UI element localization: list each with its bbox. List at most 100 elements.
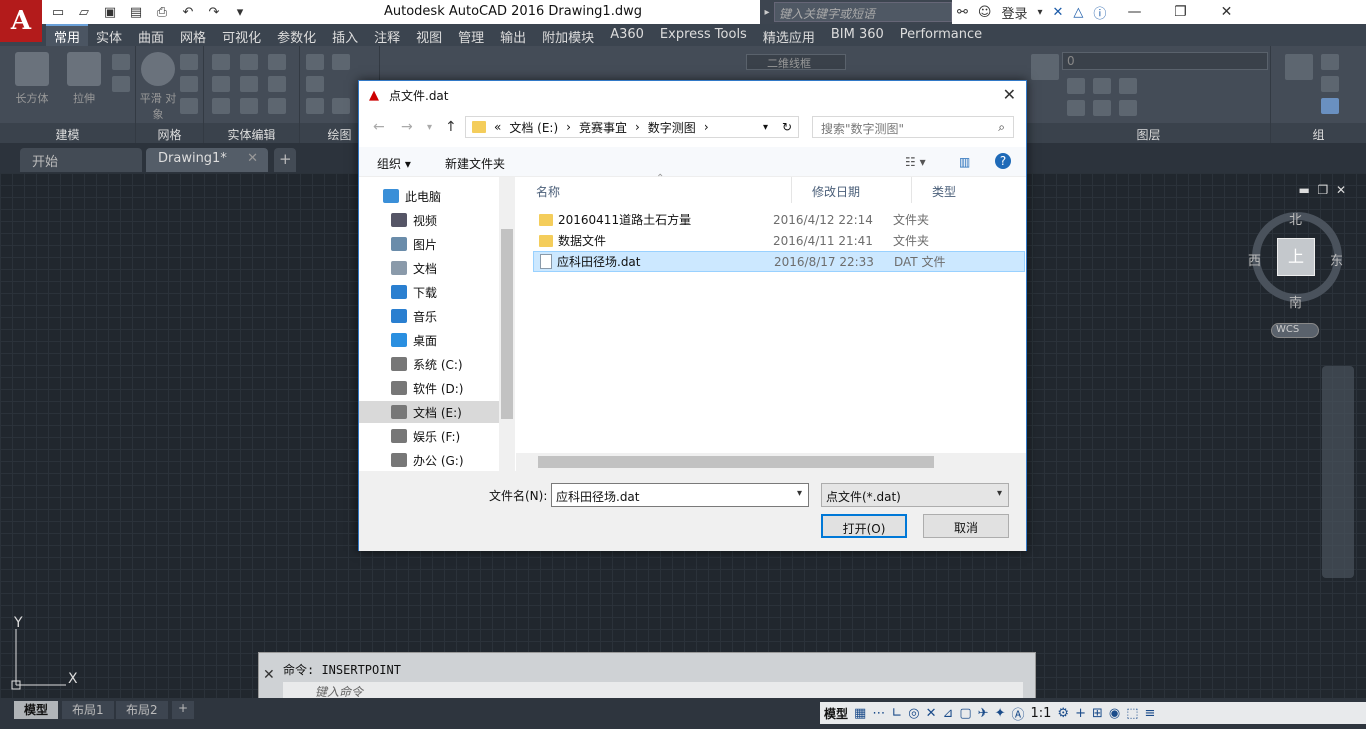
ribbon-tab[interactable]: 曲面 bbox=[130, 24, 172, 46]
group-label[interactable]: 实体编辑 bbox=[204, 123, 299, 143]
help-icon[interactable]: ⓘ bbox=[1088, 3, 1111, 22]
nav-item[interactable]: 下载 bbox=[359, 281, 499, 303]
dialog-search-input[interactable]: 搜索"数字测图" ⌕ bbox=[812, 116, 1014, 138]
breadcrumb-folder[interactable]: 竞赛事宜 bbox=[579, 119, 627, 136]
save-as-icon[interactable]: ▤ bbox=[126, 2, 146, 22]
dialog-close-icon[interactable]: ✕ bbox=[1003, 85, 1016, 104]
app-menu-button[interactable]: A bbox=[0, 0, 42, 42]
ribbon-tab[interactable]: 注释 bbox=[366, 24, 408, 46]
group-tool-icon[interactable] bbox=[1321, 76, 1339, 92]
ribbon-tab[interactable]: 可视化 bbox=[214, 24, 269, 46]
annotation-visibility-icon[interactable]: Ⓐ bbox=[1011, 704, 1024, 723]
ribbon-tab[interactable]: 常用 bbox=[46, 24, 89, 46]
ortho-icon[interactable]: ∟ bbox=[891, 706, 902, 721]
ribbon-tab[interactable]: 精选应用 bbox=[755, 24, 823, 46]
scrollbar-thumb[interactable] bbox=[538, 456, 934, 468]
compass-east[interactable]: 东 bbox=[1330, 250, 1343, 269]
nav-item[interactable]: 软件 (D:) bbox=[359, 377, 499, 399]
restore-icon[interactable]: ❐ bbox=[1157, 4, 1203, 20]
osnap-icon[interactable]: ✕ bbox=[926, 706, 937, 721]
viewcube-top-face[interactable]: 上 bbox=[1277, 238, 1315, 276]
up-icon[interactable]: ↑ bbox=[445, 119, 457, 135]
filetype-select[interactable]: 点文件(*.dat) ▾ bbox=[821, 483, 1009, 507]
ribbon-tab[interactable]: BIM 360 bbox=[823, 24, 892, 46]
mesh-tool-icon[interactable] bbox=[180, 98, 198, 114]
group-label[interactable]: 建模 bbox=[0, 123, 135, 143]
search-expand-icon[interactable]: ▸ bbox=[760, 7, 774, 18]
nav-item[interactable]: 视频 bbox=[359, 209, 499, 231]
ribbon-tab[interactable]: 附加模块 bbox=[534, 24, 602, 46]
preview-pane-icon[interactable]: ▥ bbox=[959, 155, 970, 169]
group-icon[interactable] bbox=[1285, 54, 1313, 80]
recent-dropdown-icon[interactable]: ▾ bbox=[427, 122, 432, 133]
add-layout-icon[interactable]: + bbox=[172, 701, 195, 719]
ribbon-tab[interactable]: 参数化 bbox=[269, 24, 324, 46]
close-window-icon[interactable]: ✕ bbox=[1203, 4, 1249, 20]
wcs-menu[interactable]: WCS bbox=[1271, 323, 1319, 338]
grid-icon[interactable]: ▦ bbox=[854, 706, 866, 721]
navigation-bar[interactable] bbox=[1322, 366, 1354, 578]
compass-south[interactable]: 南 bbox=[1289, 292, 1302, 311]
layer-dropdown[interactable]: 0 bbox=[1062, 52, 1268, 70]
dynucs-icon[interactable]: ▢ bbox=[959, 706, 971, 721]
forward-icon[interactable]: → bbox=[401, 119, 413, 135]
snap-icon[interactable]: ⋯ bbox=[872, 706, 885, 721]
layer-tool-icon[interactable] bbox=[1067, 78, 1085, 94]
customize-icon[interactable]: ≡ bbox=[1145, 706, 1156, 721]
compass-west[interactable]: 西 bbox=[1248, 250, 1261, 269]
ribbon-tab[interactable]: 视图 bbox=[408, 24, 450, 46]
binoculars-icon[interactable]: ⚯ bbox=[952, 5, 973, 20]
tab-drawing1[interactable]: Drawing1* ✕ bbox=[146, 148, 268, 172]
minimize-icon[interactable]: — bbox=[1111, 4, 1157, 20]
arc-icon[interactable] bbox=[332, 54, 350, 70]
address-bar[interactable]: « 文档 (E:) › 竞赛事宜 › 数字测图 › ▾ ↻ bbox=[465, 116, 799, 138]
save-icon[interactable]: ▣ bbox=[100, 2, 120, 22]
ribbon-tab[interactable]: 插入 bbox=[324, 24, 366, 46]
mesh-tool-icon[interactable] bbox=[180, 76, 198, 92]
solid-edit-icon[interactable] bbox=[212, 76, 230, 92]
scale-dropdown[interactable]: 1:1 bbox=[1031, 706, 1052, 721]
organize-button[interactable]: 组织 ▾ bbox=[377, 155, 411, 172]
login-link[interactable]: 登录 bbox=[996, 3, 1032, 22]
solid-edit-icon[interactable] bbox=[240, 54, 258, 70]
layer-properties-icon[interactable] bbox=[1031, 54, 1059, 80]
a360-icon[interactable]: △ bbox=[1068, 5, 1088, 20]
layer-tool-icon[interactable] bbox=[1093, 78, 1111, 94]
close-command-line-icon[interactable]: ✕ bbox=[263, 667, 275, 683]
clean-screen-icon[interactable]: ⬚ bbox=[1126, 706, 1138, 721]
solid-edit-icon[interactable] bbox=[268, 76, 286, 92]
group-selection-icon[interactable] bbox=[1321, 98, 1339, 114]
user-icon[interactable]: ☺ bbox=[973, 5, 997, 20]
polar-icon[interactable]: ◎ bbox=[908, 706, 919, 721]
filename-dropdown-icon[interactable]: ▾ bbox=[797, 488, 802, 499]
group-label[interactable]: 网格 bbox=[136, 123, 203, 143]
group-label[interactable]: 组 bbox=[1271, 123, 1366, 143]
model-space-button[interactable]: 模型 bbox=[824, 705, 848, 722]
new-file-icon[interactable]: ▭ bbox=[48, 2, 68, 22]
ribbon-tab[interactable]: 管理 bbox=[450, 24, 492, 46]
ribbon-tab[interactable]: 网格 bbox=[172, 24, 214, 46]
solid-edit-icon[interactable] bbox=[268, 54, 286, 70]
column-date[interactable]: 修改日期 bbox=[792, 177, 912, 203]
nav-item[interactable]: 系统 (C:) bbox=[359, 353, 499, 375]
ribbon-tab[interactable]: A360 bbox=[602, 24, 652, 46]
column-type[interactable]: 类型 bbox=[912, 177, 1026, 203]
mesh-tool-icon[interactable] bbox=[180, 54, 198, 70]
open-file-icon[interactable]: ▱ bbox=[74, 2, 94, 22]
layer-tool-icon[interactable] bbox=[1119, 100, 1137, 116]
solid-edit-icon[interactable] bbox=[240, 98, 258, 114]
annotation-icon[interactable]: ✈ bbox=[978, 706, 989, 721]
nav-item[interactable]: 桌面 bbox=[359, 329, 499, 351]
nav-item[interactable]: 图片 bbox=[359, 233, 499, 255]
model-tool-icon[interactable] bbox=[112, 54, 130, 70]
nav-item[interactable]: 此电脑 bbox=[359, 185, 499, 207]
layer-tool-icon[interactable] bbox=[1067, 100, 1085, 116]
refresh-icon[interactable]: ↻ bbox=[782, 120, 792, 134]
nav-item[interactable]: 文档 bbox=[359, 257, 499, 279]
close-viewport-icon[interactable]: ✕ bbox=[1336, 183, 1346, 197]
annotation-scale-icon[interactable]: ✦ bbox=[995, 706, 1006, 721]
compass-north[interactable]: 北 bbox=[1289, 209, 1302, 228]
filetype-dropdown-icon[interactable]: ▾ bbox=[997, 488, 1002, 499]
isolate-icon[interactable]: ⊞ bbox=[1092, 706, 1103, 721]
print-icon[interactable]: ⎙ bbox=[152, 2, 172, 22]
